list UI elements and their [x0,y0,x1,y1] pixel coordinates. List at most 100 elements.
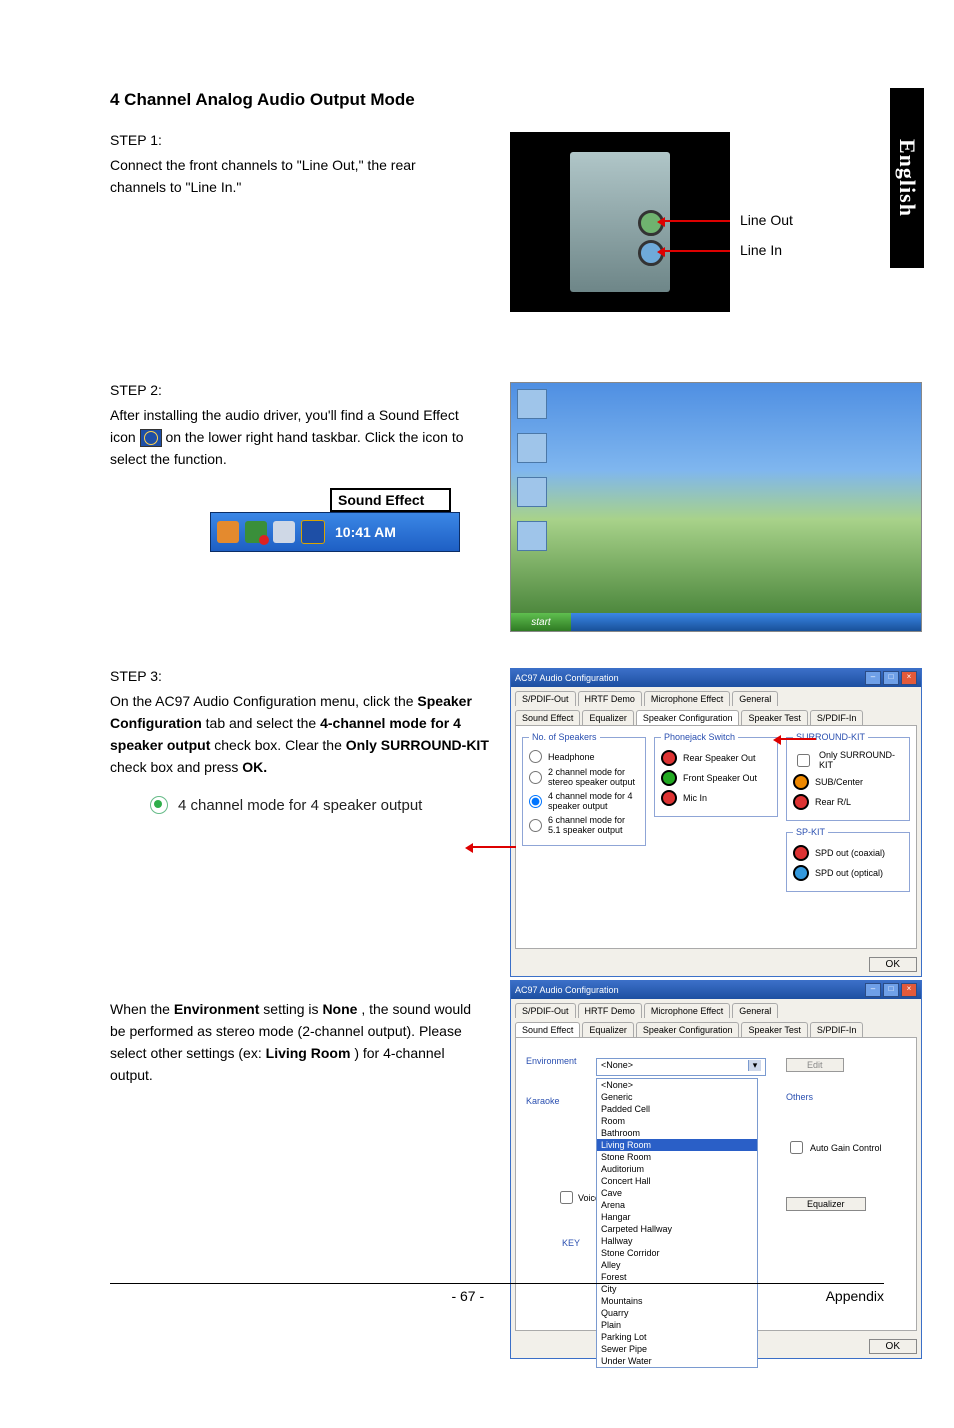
callout-arrow-surround [776,738,816,740]
tray-icon-3[interactable] [273,521,295,543]
tab-sound-effect[interactable]: Sound Effect [515,1022,580,1037]
step3-ok: OK. [242,759,267,775]
sound-effect-tooltip: Sound Effect [330,488,451,512]
step2-text-b: on the lower right hand taskbar. Click t… [110,429,464,467]
start-bar: start [511,613,921,631]
key-label: KEY [562,1238,580,1248]
environment-option[interactable]: Stone Corridor [597,1247,757,1259]
chk-agc[interactable] [790,1141,803,1154]
environment-option[interactable]: Generic [597,1091,757,1103]
window-title: AC97 Audio Configuration [515,985,619,995]
tab-mic-effect[interactable]: Microphone Effect [644,691,730,706]
tab-row-2: Sound Effect Equalizer Speaker Configura… [511,1018,921,1037]
tray-icon-2[interactable] [245,521,267,543]
radio-2ch[interactable] [529,771,542,784]
maximize-button[interactable]: □ [883,983,899,997]
environment-option[interactable]: <None> [597,1079,757,1091]
radio-6ch[interactable] [529,819,542,832]
tab-general[interactable]: General [732,1003,778,1018]
group-spkit: SP-KIT SPD out (coaxial) SPD out (optica… [786,827,910,892]
environment-option[interactable]: Carpeted Hallway [597,1223,757,1235]
environment-option[interactable]: Plain [597,1319,757,1331]
desktop-icon [517,389,547,419]
tab-sound-effect[interactable]: Sound Effect [515,710,580,725]
language-label: English [894,139,920,217]
ok-button[interactable]: OK [869,1339,917,1354]
chk-agc-label: Auto Gain Control [810,1143,882,1153]
step3-b: tab and select the [206,715,320,731]
environment-option[interactable]: Forest [597,1271,757,1283]
window-titlebar: AC97 Audio Configuration – □ × [511,669,921,687]
taskbar: 10:41 AM [210,512,460,552]
s4-none: None [322,1001,357,1017]
tab-spdif-out[interactable]: S/PDIF-Out [515,691,576,706]
start-button[interactable]: start [511,613,571,631]
radio-headphone[interactable] [529,750,542,763]
opt-4ch: 4 channel mode for 4 speaker output [548,791,639,811]
edit-button[interactable]: Edit [786,1058,844,1072]
environment-option[interactable]: Padded Cell [597,1103,757,1115]
minimize-button[interactable]: – [865,983,881,997]
tab-row-2: Sound Effect Equalizer Speaker Configura… [511,706,921,725]
opt-2ch: 2 channel mode for stereo speaker output [548,767,639,787]
tab-speaker-test[interactable]: Speaker Test [741,710,807,725]
tab-hrtf-demo[interactable]: HRTF Demo [578,691,642,706]
environment-dropdown-list[interactable]: <None>GenericPadded CellRoomBathroomLivi… [596,1078,758,1368]
tab-spdif-in[interactable]: S/PDIF-In [810,1022,864,1037]
environment-option[interactable]: Living Room [597,1139,757,1151]
minimize-button[interactable]: – [865,671,881,685]
ok-button[interactable]: OK [869,957,917,972]
close-button[interactable]: × [901,671,917,685]
callout-arrow-4ch [468,846,516,848]
s4-env: Environment [174,1001,260,1017]
environment-option[interactable]: Hangar [597,1211,757,1223]
maximize-button[interactable]: □ [883,671,899,685]
environment-option[interactable]: Stone Room [597,1151,757,1163]
environment-option[interactable]: Hallway [597,1235,757,1247]
legend-surround: SURROUND-KIT [793,732,868,742]
chk-voice[interactable] [560,1191,573,1204]
step1-text: Connect the front channels to "Line Out,… [110,154,470,198]
page-footer: - 67 - Appendix [110,1283,884,1304]
tab-equalizer[interactable]: Equalizer [582,710,634,725]
tab-general[interactable]: General [732,691,778,706]
environment-option[interactable]: Arena [597,1199,757,1211]
step2-label: STEP 2: [110,382,470,398]
tab-speaker-test[interactable]: Speaker Test [741,1022,807,1037]
tab-spdif-out[interactable]: S/PDIF-Out [515,1003,576,1018]
environment-option[interactable]: Alley [597,1259,757,1271]
window-titlebar: AC97 Audio Configuration – □ × [511,981,921,999]
arrow-line-in [660,250,730,252]
tab-equalizer[interactable]: Equalizer [582,1022,634,1037]
sound-effect-tray-icon[interactable] [301,520,325,544]
step3-label: STEP 3: [110,668,490,684]
step-3: STEP 3: On the AC97 Audio Configuration … [110,668,884,948]
tab-speaker-config[interactable]: Speaker Configuration [636,710,740,725]
tab-spdif-in[interactable]: S/PDIF-In [810,710,864,725]
environment-option[interactable]: Under Water [597,1355,757,1367]
environment-option[interactable]: Auditorium [597,1163,757,1175]
environment-select[interactable]: <None> ▾ [596,1058,766,1076]
tab-speaker-config[interactable]: Speaker Configuration [636,1022,740,1037]
chk-only-surround[interactable] [797,754,810,767]
radio-4ch[interactable] [529,795,542,808]
legend-speakers: No. of Speakers [529,732,600,742]
jack-rear-icon [661,750,677,766]
arrow-line-out [660,220,730,222]
page-title: 4 Channel Analog Audio Output Mode [110,90,884,110]
spd-coax-icon [793,845,809,861]
environment-option[interactable]: Sewer Pipe [597,1343,757,1355]
environment-option[interactable]: Quarry [597,1307,757,1319]
equalizer-button[interactable]: Equalizer [786,1197,866,1211]
chk-only-sur-label: Only SURROUND-KIT [819,750,903,770]
desktop-screenshot: start [510,382,920,630]
tab-mic-effect[interactable]: Microphone Effect [644,1003,730,1018]
tray-icon-1[interactable] [217,521,239,543]
environment-option[interactable]: Room [597,1115,757,1127]
environment-option[interactable]: Cave [597,1187,757,1199]
environment-option[interactable]: Concert Hall [597,1175,757,1187]
environment-option[interactable]: Bathroom [597,1127,757,1139]
tab-hrtf-demo[interactable]: HRTF Demo [578,1003,642,1018]
environment-option[interactable]: Parking Lot [597,1331,757,1343]
close-button[interactable]: × [901,983,917,997]
